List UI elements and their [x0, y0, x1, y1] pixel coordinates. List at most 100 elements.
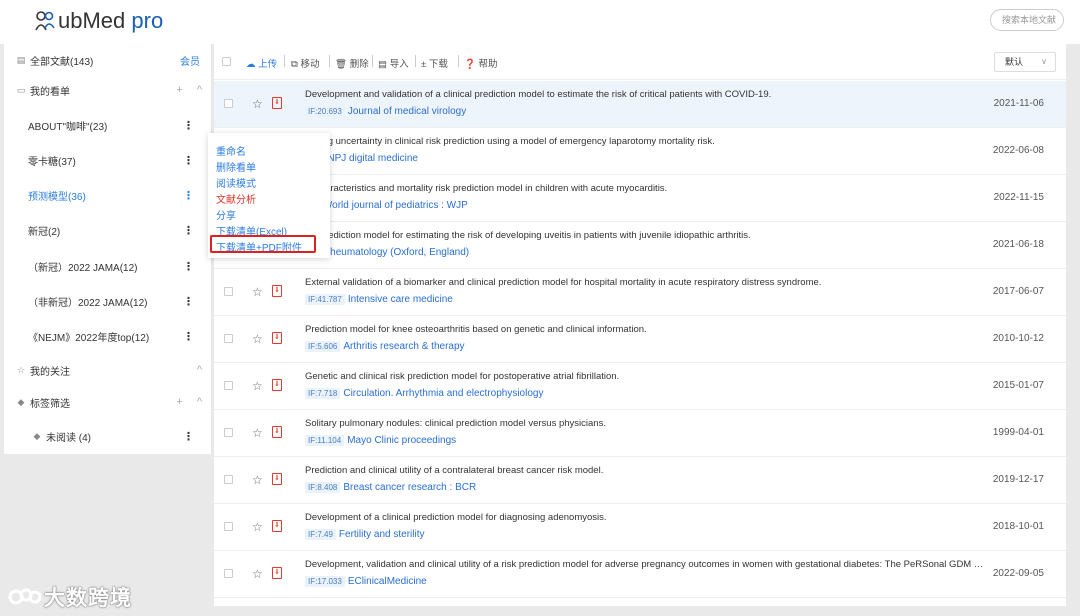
pdf-icon[interactable]: ⇓	[272, 97, 282, 109]
article-title[interactable]: Prediction model for knee osteoarthritis…	[305, 324, 985, 335]
article-title[interactable]: Development and validation of a clinical…	[305, 89, 985, 100]
pdf-icon[interactable]: ⇓	[272, 285, 282, 297]
sidebar-tag-item[interactable]: ◆ 未阅读 (4) ⋮	[4, 424, 212, 448]
vip-link[interactable]: 会员	[180, 53, 200, 68]
sidebar-section-tags[interactable]: ◆ 标签筛选 + ^	[4, 390, 212, 414]
menu-item-delete-list[interactable]: 删除看单	[216, 159, 256, 174]
article-row[interactable]: ☆ ⇓ Development, validation and clinical u…	[214, 551, 1066, 598]
row-checkbox[interactable]	[224, 569, 233, 578]
journal-link[interactable]: NPJ digital medicine	[327, 153, 418, 164]
collapse-icon[interactable]: ^	[197, 84, 202, 96]
sidebar-section-my-lists[interactable]: ▭ 我的看单 + ^	[4, 78, 212, 102]
move-button[interactable]: ⧉ 移动	[291, 56, 319, 70]
favorite-star-icon[interactable]: ☆	[252, 520, 263, 534]
more-options-icon[interactable]: ⋮	[183, 330, 194, 343]
more-options-icon[interactable]: ⋮	[183, 430, 194, 443]
article-row[interactable]: ☆⇓cal prediction model for estimating th…	[214, 222, 1066, 269]
row-checkbox[interactable]	[224, 522, 233, 531]
row-checkbox[interactable]	[224, 381, 233, 390]
article-row[interactable]: ☆ ⇓ Prediction and clinical utility of a c…	[214, 457, 1066, 504]
sidebar-list-item-active[interactable]: 预测模型(36) ⋮	[4, 183, 212, 207]
journal-link[interactable]: Breast cancer research : BCR	[343, 482, 476, 493]
article-title[interactable]: Prediction and clinical utility of a con…	[305, 465, 985, 476]
pdf-icon[interactable]: ⇓	[272, 473, 282, 485]
article-row[interactable]: ☆ ⇓ Development of a clinical prediction m…	[214, 504, 1066, 551]
article-title[interactable]: al characteristics and mortality risk pr…	[305, 183, 985, 194]
journal-link[interactable]: Arthritis research & therapy	[343, 341, 464, 352]
pdf-icon[interactable]: ⇓	[272, 332, 282, 344]
journal-link[interactable]: EClinicalMedicine	[348, 576, 427, 587]
favorite-star-icon[interactable]: ☆	[252, 285, 263, 299]
more-options-icon[interactable]: ⋮	[183, 224, 194, 237]
journal-link[interactable]: World journal of pediatrics : WJP	[323, 200, 468, 211]
add-tag-icon[interactable]: +	[176, 396, 182, 408]
favorite-star-icon[interactable]: ☆	[252, 379, 263, 393]
select-all-checkbox[interactable]	[222, 57, 231, 66]
more-options-icon[interactable]: ⋮	[183, 295, 194, 308]
row-checkbox[interactable]	[224, 334, 233, 343]
pdf-icon[interactable]: ⇓	[272, 379, 282, 391]
article-title[interactable]: Development of a clinical prediction mod…	[305, 512, 985, 523]
article-row[interactable]: ☆ ⇓ Prediction model for knee osteoarthrit…	[214, 316, 1066, 363]
article-title[interactable]: Solitary pulmonary nodules: clinical pre…	[305, 418, 985, 429]
journal-link[interactable]: Mayo Clinic proceedings	[347, 435, 456, 446]
add-list-icon[interactable]: +	[176, 84, 182, 96]
sidebar-item-all-docs[interactable]: ▤ 全部文献(143) 会员	[4, 48, 212, 72]
sidebar-list-item[interactable]: （新冠）2022 JAMA(12) ⋮	[4, 254, 212, 278]
article-row[interactable]: ☆ ⇓ External validation of a biomarker and…	[214, 269, 1066, 316]
article-title[interactable]: Development, validation and clinical uti…	[305, 559, 985, 570]
sort-select[interactable]: 默认 ∨	[994, 52, 1056, 72]
help-button[interactable]: ❓ 帮助	[464, 56, 498, 70]
sidebar-section-follow[interactable]: ☆ 我的关注 ^	[4, 358, 212, 382]
journal-link[interactable]: Intensive care medicine	[348, 294, 453, 305]
more-options-icon[interactable]: ⋮	[183, 119, 194, 132]
journal-link[interactable]: Fertility and sterility	[339, 529, 425, 540]
menu-item-rename[interactable]: 重命名	[216, 143, 246, 158]
row-checkbox[interactable]	[224, 287, 233, 296]
menu-item-reading-mode[interactable]: 阅读模式	[216, 175, 256, 190]
sidebar-list-item[interactable]: 《NEJM》2022年度top(12) ⋮	[4, 324, 212, 348]
article-row[interactable]: ☆ ⇓ Solitary pulmonary nodules: clinical p…	[214, 410, 1066, 457]
article-title[interactable]: Genetic and clinical risk prediction mod…	[305, 371, 985, 382]
collapse-icon[interactable]: ^	[197, 364, 202, 376]
local-search-input[interactable]: 搜索本地文献	[990, 9, 1064, 31]
article-row[interactable]: ☆ ⇓ Development and validation of a clinic…	[214, 81, 1066, 128]
more-options-icon[interactable]: ⋮	[183, 260, 194, 273]
journal-link[interactable]: Rheumatology (Oxford, England)	[323, 247, 469, 258]
favorite-star-icon[interactable]: ☆	[252, 97, 263, 111]
sidebar-list-item[interactable]: （非新冠）2022 JAMA(12) ⋮	[4, 289, 212, 313]
delete-button[interactable]: 🗑 删除	[335, 56, 369, 70]
row-checkbox[interactable]	[224, 428, 233, 437]
pdf-icon[interactable]: ⇓	[272, 426, 282, 438]
menu-item-share[interactable]: 分享	[216, 207, 236, 222]
favorite-star-icon[interactable]: ☆	[252, 426, 263, 440]
article-row[interactable]: ☆⇓ighting uncertainty in clinical risk p…	[214, 128, 1066, 175]
pubmed-pro-logo[interactable]: ubMed pro	[34, 8, 163, 34]
download-button[interactable]: ± 下载	[421, 56, 448, 70]
row-checkbox[interactable]	[224, 99, 233, 108]
sidebar-list-item[interactable]: ABOUT"咖啡"(23) ⋮	[4, 113, 212, 137]
upload-button[interactable]: ☁ 上传	[246, 56, 277, 70]
article-title[interactable]: External validation of a biomarker and c…	[305, 277, 985, 288]
journal-link[interactable]: Journal of medical virology	[348, 106, 466, 117]
import-button[interactable]: ▤ 导入	[378, 56, 409, 70]
favorite-star-icon[interactable]: ☆	[252, 473, 263, 487]
favorite-star-icon[interactable]: ☆	[252, 332, 263, 346]
article-meta: IF:7.718 Circulation. Arrhythmia and elec…	[305, 388, 543, 399]
article-row[interactable]: ☆⇓al characteristics and mortality risk …	[214, 175, 1066, 222]
sidebar-list-item[interactable]: 零卡糖(37) ⋮	[4, 148, 212, 172]
journal-link[interactable]: Circulation. Arrhythmia and electrophysi…	[343, 388, 543, 399]
pdf-icon[interactable]: ⇓	[272, 567, 282, 579]
article-row[interactable]: ☆ ⇓ Genetic and clinical risk prediction m…	[214, 363, 1066, 410]
collapse-icon[interactable]: ^	[197, 396, 202, 408]
row-checkbox[interactable]	[224, 475, 233, 484]
article-title[interactable]: cal prediction model for estimating the …	[305, 230, 985, 241]
menu-item-literature-analysis[interactable]: 文献分析	[216, 191, 256, 206]
favorite-star-icon[interactable]: ☆	[252, 567, 263, 581]
more-options-icon[interactable]: ⋮	[183, 154, 194, 167]
publish-date: 1999-04-01	[992, 427, 1044, 438]
article-title[interactable]: ighting uncertainty in clinical risk pre…	[305, 136, 985, 147]
pdf-icon[interactable]: ⇓	[272, 520, 282, 532]
more-options-icon[interactable]: ⋮	[183, 189, 194, 202]
sidebar-list-item[interactable]: 新冠(2) ⋮	[4, 218, 212, 242]
